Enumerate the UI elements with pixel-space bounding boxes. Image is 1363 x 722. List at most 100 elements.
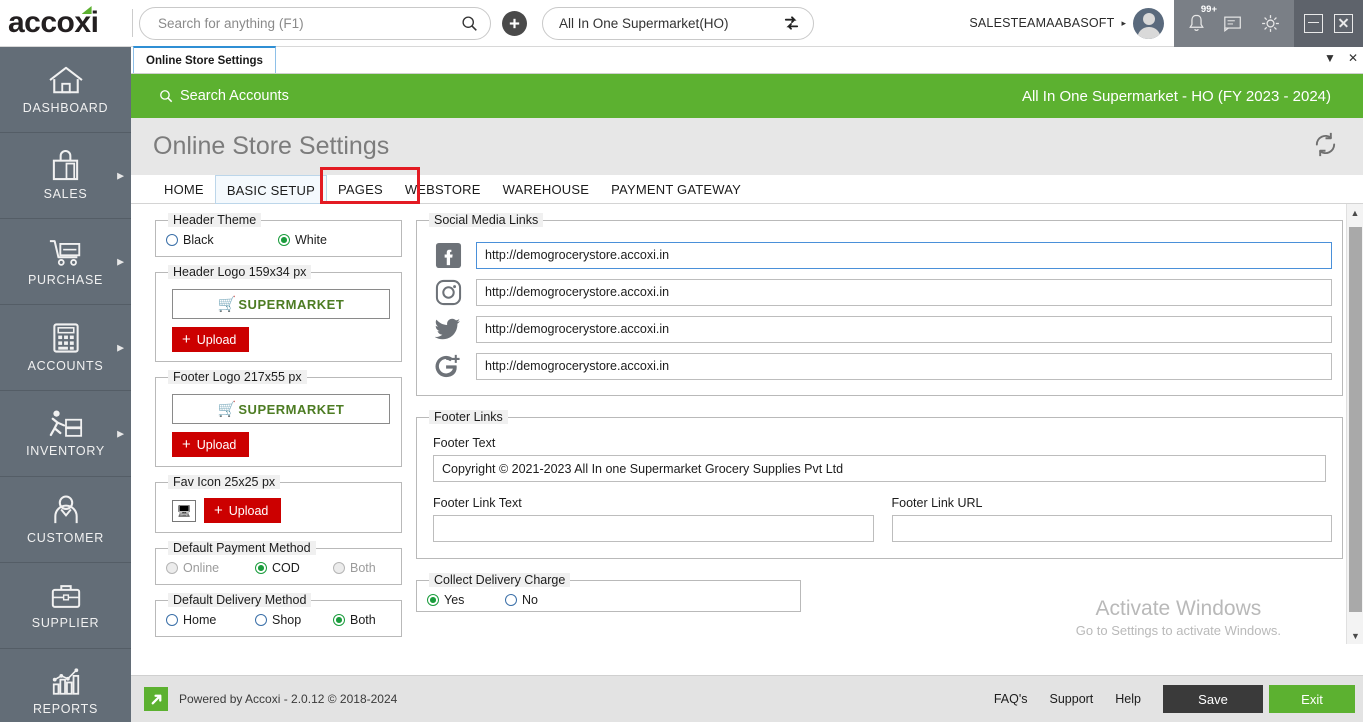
radio-dot <box>505 594 517 606</box>
search-accounts-button[interactable]: Search Accounts <box>147 88 289 104</box>
sidebar-item-dashboard[interactable]: DASHBOARD <box>0 47 131 133</box>
sidebar-item-reports[interactable]: REPORTS <box>0 649 131 722</box>
scroll-down-button[interactable]: ▼ <box>1347 627 1363 644</box>
radio-dot <box>333 614 345 626</box>
radio-header-theme-white[interactable]: White <box>278 233 327 247</box>
default-payment-method-legend: Default Payment Method <box>168 541 316 555</box>
footer-links-legend: Footer Links <box>429 410 508 424</box>
footer-logo-preview: 🛒 SUPERMARKET <box>172 394 390 424</box>
footer-link-text-input[interactable] <box>433 515 874 542</box>
notifications-button[interactable]: 99+ <box>1187 13 1206 33</box>
twitter-url-input[interactable] <box>476 316 1332 343</box>
user-caret-icon: ▸ <box>1121 18 1126 29</box>
tab-pages[interactable]: PAGES <box>327 175 394 204</box>
sidebar-item-label: SALES <box>44 187 88 201</box>
tab-home[interactable]: HOME <box>153 175 215 204</box>
chevron-down-icon[interactable]: ▼ <box>1324 51 1336 65</box>
tab-basic-setup[interactable]: BASIC SETUP <box>215 175 327 204</box>
footer-link-url-input[interactable] <box>892 515 1333 542</box>
header-logo-preview: 🛒 SUPERMARKET <box>172 289 390 319</box>
add-new-button[interactable] <box>502 11 527 36</box>
tab-webstore[interactable]: WEBSTORE <box>394 175 492 204</box>
switch-icon[interactable] <box>782 14 801 33</box>
close-button[interactable] <box>1334 14 1353 33</box>
header-icon-strip: 99+ <box>1174 0 1294 47</box>
form-vertical-scrollbar[interactable]: ▲ ▼ <box>1346 204 1363 644</box>
exit-button[interactable]: Exit <box>1269 685 1355 713</box>
shopping-cart-icon: 🛒 <box>218 402 237 417</box>
radio-header-theme-black[interactable]: Black <box>166 233 278 247</box>
content-area: Online Store Settings ▼ ✕ Search Account… <box>131 47 1363 722</box>
messages-button[interactable] <box>1223 14 1243 33</box>
radio-label: Online <box>183 561 219 575</box>
footer-text-label: Footer Text <box>433 436 1332 450</box>
global-search[interactable] <box>139 7 491 40</box>
message-icon <box>1223 14 1243 33</box>
branch-selector[interactable]: All In One Supermarket(HO) <box>542 7 814 40</box>
footer-logo-legend: Footer Logo 217x55 px <box>168 370 307 384</box>
footer-links-group: Footer Links Footer Text Footer Link Tex… <box>416 410 1343 559</box>
faq-link[interactable]: FAQ's <box>994 692 1028 706</box>
sidebar-item-accounts[interactable]: ACCOUNTS ▶ <box>0 305 131 391</box>
sidebar-item-inventory[interactable]: INVENTORY ▶ <box>0 391 131 477</box>
radio-label: Home <box>183 613 216 627</box>
radio-collect-delivery-yes[interactable]: Yes <box>427 593 505 607</box>
user-name: SALESTEAMAABASOFT <box>969 16 1114 30</box>
scrollbar-thumb[interactable] <box>1349 227 1362 612</box>
sidebar-item-sales[interactable]: SALES ▶ <box>0 133 131 219</box>
radio-payment-cod[interactable]: COD <box>255 561 333 575</box>
page-title: Online Store Settings <box>153 132 389 161</box>
sub-tabs: HOME BASIC SETUP PAGES WEBSTORE WAREHOUS… <box>131 175 1363 204</box>
page-header: Online Store Settings <box>131 118 1363 175</box>
home-icon <box>47 65 85 96</box>
footer-logo-upload-button[interactable]: + Upload <box>172 432 249 457</box>
radio-dot <box>333 562 345 574</box>
radio-payment-online[interactable]: Online <box>166 561 255 575</box>
header-theme-options: Black White <box>166 233 391 247</box>
radio-collect-delivery-no[interactable]: No <box>505 593 538 607</box>
facebook-icon <box>433 240 463 270</box>
radio-delivery-shop[interactable]: Shop <box>255 613 333 627</box>
save-button[interactable]: Save <box>1163 685 1263 713</box>
bar-chart-icon <box>50 667 82 697</box>
user-menu[interactable]: SALESTEAMAABASOFT ▸ <box>969 8 1174 39</box>
tab-payment-gateway[interactable]: PAYMENT GATEWAY <box>600 175 752 204</box>
avatar[interactable] <box>1133 8 1164 39</box>
sidebar-item-customer[interactable]: CUSTOMER <box>0 477 131 563</box>
instagram-url-input[interactable] <box>476 279 1332 306</box>
radio-delivery-home[interactable]: Home <box>166 613 255 627</box>
help-link[interactable]: Help <box>1115 692 1141 706</box>
warehouse-worker-icon <box>48 409 84 439</box>
tab-warehouse[interactable]: WAREHOUSE <box>492 175 601 204</box>
sidebar-item-purchase[interactable]: PURCHASE ▶ <box>0 219 131 305</box>
radio-payment-both[interactable]: Both <box>333 561 376 575</box>
radio-delivery-both[interactable]: Both <box>333 613 376 627</box>
close-icon[interactable]: ✕ <box>1348 51 1358 65</box>
sidebar-item-supplier[interactable]: SUPPLIER <box>0 563 131 649</box>
google-plus-url-input[interactable] <box>476 353 1332 380</box>
header-logo-upload-button[interactable]: + Upload <box>172 327 249 352</box>
refresh-button[interactable] <box>1312 131 1339 163</box>
default-delivery-options: Home Shop Both <box>166 613 391 627</box>
radio-label: Shop <box>272 613 301 627</box>
search-input[interactable] <box>156 15 461 32</box>
fav-icon-upload-button[interactable]: + Upload <box>204 498 281 523</box>
tab-online-store-settings[interactable]: Online Store Settings <box>133 46 276 73</box>
settings-button[interactable] <box>1260 13 1281 34</box>
support-link[interactable]: Support <box>1050 692 1094 706</box>
footer-text-input[interactable] <box>433 455 1326 482</box>
radio-label: Both <box>350 561 376 575</box>
radio-dot <box>278 234 290 246</box>
refresh-icon <box>1312 131 1339 158</box>
search-icon <box>461 15 478 32</box>
radio-dot <box>166 614 178 626</box>
google-plus-icon <box>433 351 463 381</box>
logo-text: SUPERMARKET <box>238 297 344 312</box>
facebook-url-input[interactable] <box>476 242 1332 269</box>
scroll-up-button[interactable]: ▲ <box>1347 204 1363 221</box>
accoxi-mark-icon <box>144 687 168 711</box>
collect-delivery-charge-group: Collect Delivery Charge Yes No <box>416 573 801 612</box>
minimize-button[interactable] <box>1304 14 1323 33</box>
supermarket-logo-image: 🛒 SUPERMARKET <box>218 297 345 312</box>
sidebar-item-label: SUPPLIER <box>32 616 99 630</box>
